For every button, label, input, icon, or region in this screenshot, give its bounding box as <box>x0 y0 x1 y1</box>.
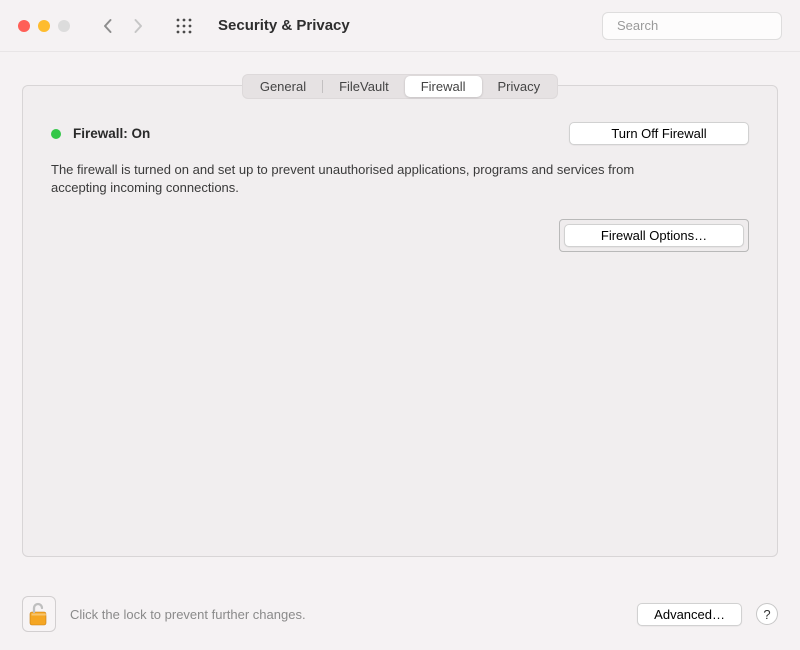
firewall-panel: Firewall: On Turn Off Firewall The firew… <box>22 85 778 557</box>
firewall-status-label: Firewall: On <box>73 126 150 141</box>
lock-button[interactable] <box>22 596 56 632</box>
zoom-window-button[interactable] <box>58 20 70 32</box>
search-input[interactable] <box>617 18 793 33</box>
tab-privacy[interactable]: Privacy <box>482 76 557 97</box>
tab-filevault[interactable]: FileVault <box>323 76 405 97</box>
lock-hint-text: Click the lock to prevent further change… <box>70 607 306 622</box>
tab-bar: General FileVault Firewall Privacy <box>242 74 558 99</box>
nav-buttons <box>96 14 150 38</box>
advanced-button[interactable]: Advanced… <box>637 603 742 626</box>
firewall-status-dot <box>51 129 61 139</box>
unlocked-padlock-icon <box>28 601 50 627</box>
focused-control: Firewall Options… <box>559 219 749 252</box>
grid-icon <box>176 18 192 34</box>
turn-off-firewall-button[interactable]: Turn Off Firewall <box>569 122 749 145</box>
chevron-left-icon <box>102 18 114 34</box>
back-button[interactable] <box>96 14 120 38</box>
window-controls <box>18 20 70 32</box>
window-title: Security & Privacy <box>218 17 350 34</box>
show-all-prefs-button[interactable] <box>172 14 196 38</box>
chevron-right-icon <box>132 18 144 34</box>
firewall-options-button[interactable]: Firewall Options… <box>564 224 744 247</box>
forward-button[interactable] <box>126 14 150 38</box>
tab-firewall[interactable]: Firewall <box>405 76 482 97</box>
help-button[interactable]: ? <box>756 603 778 625</box>
close-window-button[interactable] <box>18 20 30 32</box>
window-footer: Click the lock to prevent further change… <box>0 580 800 650</box>
firewall-description: The firewall is turned on and set up to … <box>51 161 691 197</box>
minimize-window-button[interactable] <box>38 20 50 32</box>
tab-general[interactable]: General <box>244 76 322 97</box>
window-toolbar: Security & Privacy <box>0 0 800 52</box>
search-field[interactable] <box>602 12 782 40</box>
